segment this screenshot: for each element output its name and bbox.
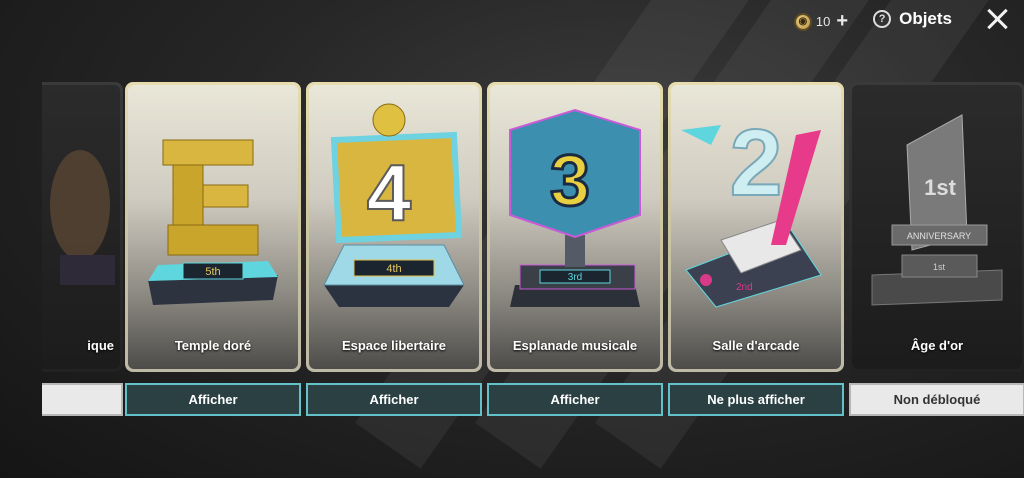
trophy-card: 1st 1st ANNIVERSARY Âge d'or Non débloqu…: [849, 82, 1024, 416]
trophy-card: 3rd 3 Esplanade musicale Afficher: [487, 82, 663, 416]
trophy-name: ique: [87, 338, 114, 353]
trophy-badge: 3rd: [568, 272, 582, 283]
trophy-action-button[interactable]: Non débloqué: [849, 383, 1024, 416]
help-icon: ?: [873, 10, 892, 28]
trophy-name: Salle d'arcade: [712, 338, 800, 353]
items-button[interactable]: ? Objets: [873, 9, 952, 29]
top-bar: ◉ 10 + ? Objets: [784, 0, 1024, 42]
trophy-name: Espace libertaire: [341, 338, 447, 353]
trophy-name: Âge d'or: [910, 338, 964, 353]
trophy-name: Temple doré: [174, 338, 252, 353]
trophy-action-button[interactable]: Ne plus afficher: [668, 383, 844, 416]
golden-age-trophy-icon: 1st 1st ANNIVERSARY: [871, 114, 1003, 306]
trophy-badge: 2nd: [736, 282, 753, 293]
trophy-action-button[interactable]: Afficher: [306, 383, 482, 416]
trophy-card-frame[interactable]: 5th Temple doré: [125, 82, 301, 372]
trophy-image: [50, 150, 115, 285]
trophy-action-button[interactable]: Afficher: [125, 383, 301, 416]
trophy-card: 4th 4 Espace libertaire Afficher: [306, 82, 482, 416]
svg-text:3: 3: [550, 141, 590, 221]
trophy-action-button[interactable]: enu: [42, 383, 123, 416]
trophy-badge: 1st: [933, 262, 946, 272]
close-button[interactable]: [984, 6, 1010, 32]
trophy-card-frame[interactable]: 3rd 3 Esplanade musicale: [487, 82, 663, 372]
trophy-card: 5th Temple doré Afficher: [125, 82, 301, 416]
currency-display: ◉ 10 +: [793, 10, 848, 33]
trophy-card: ique enu: [42, 82, 123, 416]
freedom-space-trophy-icon: 4th 4: [323, 103, 465, 307]
trophy-card: 2nd 2 Salle d'arcade Ne plus afficher: [668, 82, 844, 416]
gold-temple-trophy-icon: 5th: [148, 139, 278, 305]
trophy-card-frame[interactable]: 1st 1st ANNIVERSARY Âge d'or: [849, 82, 1024, 372]
music-esplanade-trophy-icon: 3rd 3: [509, 108, 641, 307]
svg-text:2: 2: [730, 110, 783, 216]
trophy-carousel[interactable]: ique enu 5th Temple doré Afficher: [42, 82, 1024, 422]
trophy-name: Esplanade musicale: [512, 338, 638, 353]
svg-text:1st: 1st: [924, 175, 956, 200]
coin-icon: ◉: [793, 12, 812, 31]
trophy-badge: 4th: [386, 263, 401, 275]
trophy-action-button[interactable]: Afficher: [487, 383, 663, 416]
svg-text:4: 4: [367, 148, 412, 237]
trophy-card-frame[interactable]: ique: [42, 82, 123, 372]
items-label: Objets: [899, 9, 952, 28]
add-currency-button[interactable]: +: [836, 10, 848, 33]
arcade-room-trophy-icon: 2nd 2: [681, 109, 822, 308]
trophy-card-frame[interactable]: 2nd 2 Salle d'arcade: [668, 82, 844, 372]
trophy-card-frame[interactable]: 4th 4 Espace libertaire: [306, 82, 482, 372]
trophy-badge: 5th: [205, 266, 220, 278]
anniversary-banner: ANNIVERSARY: [907, 231, 971, 241]
currency-value: 10: [815, 14, 831, 29]
